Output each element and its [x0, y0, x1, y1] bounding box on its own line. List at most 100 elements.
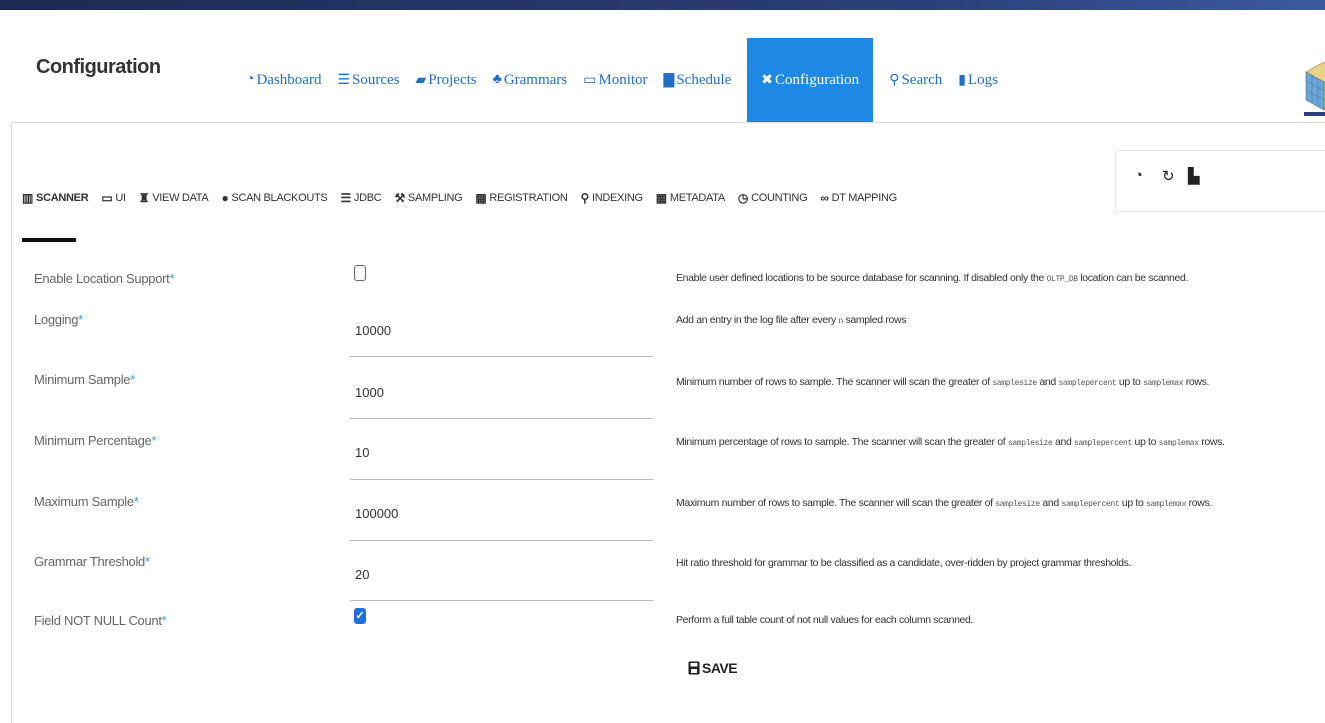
code-token: samplepercent	[1061, 500, 1120, 509]
refresh-icon[interactable]: ↻	[1162, 167, 1175, 185]
tab-label: SCAN BLACKOUTS	[231, 192, 328, 204]
grammar-threshold-input[interactable]	[355, 567, 653, 582]
code-token: OLTP_DB	[1046, 275, 1079, 284]
desc-text: Minimum percentage of rows to sample. Th…	[676, 436, 1008, 448]
table-icon: ▦	[475, 191, 487, 205]
max-sample-input[interactable]	[355, 506, 653, 521]
grammar-threshold-input-underline	[350, 600, 653, 601]
tab-sampling[interactable]: ⚒ SAMPLING	[394, 191, 462, 205]
required-mark: *	[78, 312, 83, 327]
not-null-count-label: Field NOT NULL Count*	[34, 613, 167, 628]
code-token: samplemax	[1146, 500, 1187, 509]
tools-icon: ✖	[761, 72, 774, 88]
enable-location-description: Enable user defined locations to be sour…	[676, 272, 1188, 284]
bar-chart-icon[interactable]: ▙	[1188, 167, 1200, 185]
min-sample-label: Minimum Sample*	[34, 372, 135, 387]
nav-search[interactable]: ⚲ Search	[881, 38, 950, 122]
required-mark: *	[161, 613, 167, 628]
tab-label: REGISTRATION	[489, 192, 568, 204]
not-null-count-checkbox[interactable]: ✓	[354, 608, 366, 624]
tab-indexing[interactable]: ⚲ INDEXING	[581, 191, 644, 205]
pie-chart-icon: ◔	[246, 72, 255, 87]
tab-scanner[interactable]: ▥ SCANNER	[22, 191, 89, 205]
nav-sources[interactable]: ☰ Sources	[329, 38, 407, 122]
search-icon: ⚲	[889, 72, 900, 88]
wrench-icon: ⚒	[394, 191, 405, 205]
desktop-icon: ▭	[101, 191, 113, 205]
code-token: samplepercent	[1074, 439, 1132, 448]
required-mark: *	[144, 554, 150, 569]
nav-configuration[interactable]: ✖ Configuration	[747, 38, 874, 122]
tab-label: COUNTING	[751, 192, 808, 204]
nav-label: Configuration	[775, 71, 860, 88]
tab-label: DT MAPPING	[831, 192, 898, 204]
code-token: samplemax	[1158, 439, 1199, 448]
page-title: Configuration	[36, 56, 161, 78]
enable-location-checkbox[interactable]	[354, 265, 366, 281]
desc-text: up to	[1131, 436, 1159, 448]
nav-grammars[interactable]: ♣ Grammars	[485, 38, 576, 122]
barcode-icon: ▥	[22, 191, 34, 205]
not-null-count-description: Perform a full table count of not null v…	[676, 614, 974, 626]
tab-label: UI	[115, 192, 126, 204]
tab-dt-mapping[interactable]: ∞ DT MAPPING	[820, 191, 897, 205]
nav-label: Schedule	[676, 71, 732, 88]
desc-text: sampled rows	[842, 314, 907, 326]
pie-chart-icon[interactable]: ◔	[1134, 167, 1143, 184]
tab-ui[interactable]: ▭ UI	[101, 191, 126, 205]
tab-jdbc[interactable]: ☰ JDBC	[340, 191, 381, 205]
desc-text: up to	[1116, 376, 1144, 388]
code-token: samplesize	[995, 500, 1040, 509]
code-token: samplepercent	[1058, 379, 1117, 388]
toolbar: ◔ ↻ ▙	[1115, 150, 1325, 212]
desc-text: Enable user defined locations to be sour…	[676, 272, 1047, 284]
nav-monitor[interactable]: ▭ Monitor	[575, 38, 655, 122]
desc-text: and	[1036, 376, 1059, 388]
nav-label: Grammars	[503, 71, 568, 88]
min-percentage-description: Minimum percentage of rows to sample. Th…	[676, 436, 1225, 448]
min-percentage-input[interactable]	[355, 445, 653, 460]
label-text: Maximum Sample	[34, 494, 134, 509]
save-icon	[688, 661, 700, 675]
nav-dashboard[interactable]: ◔ Dashboard	[238, 38, 329, 122]
nav-schedule[interactable]: ▇ Schedule	[656, 38, 740, 122]
tab-view-data[interactable]: ♜ VIEW DATA	[139, 191, 209, 205]
tab-counting[interactable]: ◷ COUNTING	[738, 191, 808, 205]
config-panel	[11, 122, 1325, 723]
tab-metadata[interactable]: ▦ METADATA	[656, 191, 725, 205]
tab-registration[interactable]: ▦ REGISTRATION	[475, 191, 567, 205]
tab-label: INDEXING	[592, 192, 643, 204]
tab-scan-blackouts[interactable]: ● SCAN BLACKOUTS	[221, 191, 327, 205]
max-sample-label: Maximum Sample*	[34, 494, 139, 509]
desc-text: Add an entry in the log file after every	[676, 314, 839, 326]
tab-label: VIEW DATA	[152, 192, 209, 204]
required-mark: *	[151, 433, 157, 448]
min-sample-description: Minimum number of rows to sample. The sc…	[676, 376, 1209, 388]
label-text: Minimum Sample	[34, 372, 131, 387]
min-sample-input[interactable]	[355, 385, 653, 400]
nav-label: Monitor	[598, 71, 648, 88]
save-button[interactable]: SAVE	[688, 660, 738, 676]
checkmark-icon: ✓	[355, 610, 365, 622]
tab-label: SAMPLING	[407, 192, 463, 204]
sitemap-icon: ♣	[492, 72, 502, 87]
folder-icon: ▰	[415, 72, 427, 88]
link-icon: ∞	[820, 191, 829, 205]
header: Configuration ◔ Dashboard ☰ Sources ▰ Proje…	[0, 10, 1325, 122]
nav-projects[interactable]: ▰ Projects	[408, 38, 485, 122]
database-icon: ☰	[337, 72, 351, 88]
desc-text: rows.	[1198, 436, 1225, 448]
nav-logs[interactable]: ▮ Logs	[950, 38, 1006, 122]
enable-location-label: Enable Location Support*	[34, 271, 175, 286]
nav-label: Search	[901, 71, 943, 88]
database-icon: ☰	[340, 191, 351, 205]
top-accent-bar	[0, 0, 1325, 10]
desc-text: location can be scanned.	[1077, 272, 1189, 284]
logging-input[interactable]	[355, 323, 653, 338]
desc-text: rows.	[1183, 376, 1210, 388]
config-subtabs: ▥ SCANNER ▭ UI ♜ VIEW DATA ● SCAN BLACKOUTS …	[22, 186, 910, 210]
logging-label: Logging*	[34, 312, 83, 327]
desc-text: up to	[1119, 497, 1147, 509]
desc-text: Maximum number of rows to sample. The sc…	[676, 497, 996, 509]
label-text: Grammar Threshold	[34, 554, 145, 569]
